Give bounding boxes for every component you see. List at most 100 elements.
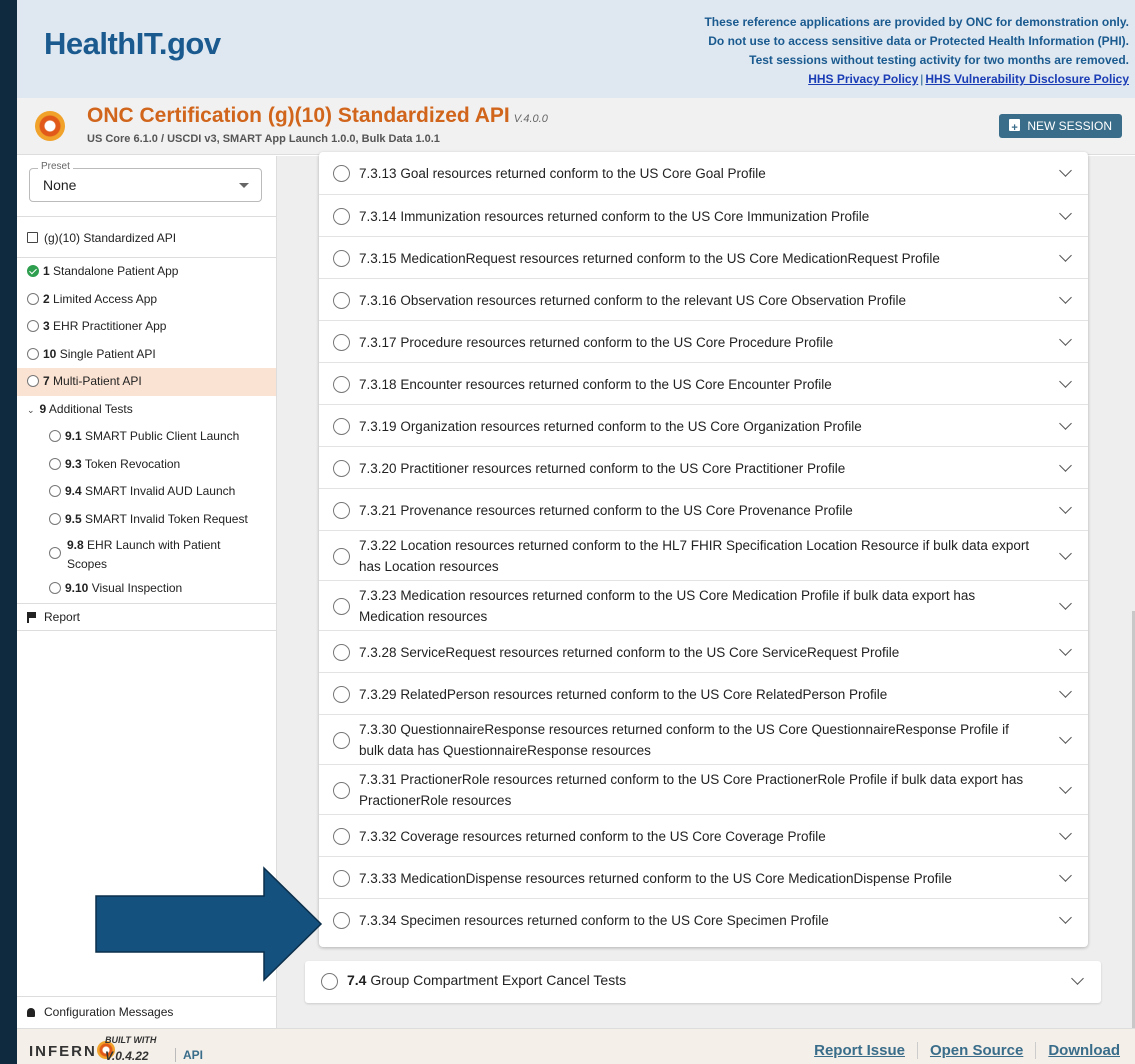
test-row[interactable]: 7.3.31 PractionerRole resources returned… bbox=[319, 764, 1088, 814]
chevron-down-icon[interactable] bbox=[1071, 972, 1084, 985]
chevron-down-icon[interactable] bbox=[1059, 207, 1072, 220]
not-run-circle-icon bbox=[333, 643, 350, 661]
sidebar: Preset None (g)(10) Standardized API 1 S… bbox=[17, 156, 277, 1028]
not-run-circle-icon bbox=[49, 457, 61, 470]
not-run-circle-icon bbox=[333, 685, 350, 703]
sidebar-item-limited-access-app[interactable]: 2 Limited Access App bbox=[17, 286, 276, 314]
notice-line-1: These reference applications are provide… bbox=[704, 15, 1129, 29]
test-row[interactable]: 7.3.14 Immunization resources returned c… bbox=[319, 194, 1088, 236]
test-row[interactable]: 7.3.32 Coverage resources returned confo… bbox=[319, 814, 1088, 856]
sidebar-item-multi-patient-api[interactable]: 7 Multi-Patient API bbox=[17, 368, 276, 396]
test-row-label: 7.3.13 Goal resources returned conform t… bbox=[359, 165, 766, 181]
sidebar-nav: 1 Standalone Patient App 2 Limited Acces… bbox=[17, 258, 276, 631]
notice-line-2: Do not use to access sensitive data or P… bbox=[708, 34, 1129, 48]
report-issue-link[interactable]: Report Issue bbox=[802, 1042, 917, 1059]
configuration-messages-link[interactable]: Configuration Messages bbox=[17, 996, 276, 1027]
privacy-policy-link[interactable]: HHS Privacy Policy bbox=[808, 72, 918, 86]
healthit-banner: HealthIT.gov These reference application… bbox=[17, 0, 1135, 98]
inferno-flame-icon bbox=[35, 111, 65, 141]
sidebar-item-report[interactable]: Report bbox=[17, 602, 276, 631]
sidebar-subitem[interactable]: 9.5 SMART Invalid Token Request bbox=[17, 506, 276, 534]
test-row[interactable]: 7.3.30 QuestionnaireResponse resources r… bbox=[319, 714, 1088, 764]
test-row-label: 7.3.34 Specimen resources returned confo… bbox=[359, 912, 829, 928]
test-row-label: 7.3.21 Provenance resources returned con… bbox=[359, 502, 853, 518]
chevron-down-icon[interactable] bbox=[1059, 375, 1072, 388]
test-row[interactable]: 7.3.29 RelatedPerson resources returned … bbox=[319, 672, 1088, 714]
test-row-label: 7.3.33 MedicationDispense resources retu… bbox=[359, 870, 952, 886]
test-row[interactable]: 7.3.28 ServiceRequest resources returned… bbox=[319, 630, 1088, 672]
sidebar-item-additional-tests[interactable]: ⌄ 9 Additional Tests bbox=[17, 396, 276, 424]
chevron-down-icon[interactable] bbox=[1059, 333, 1072, 346]
sidebar-subitem[interactable]: 9.10 Visual Inspection bbox=[17, 575, 276, 603]
not-run-circle-icon bbox=[333, 827, 350, 845]
sidebar-item-ehr-practitioner-app[interactable]: 3 EHR Practitioner App bbox=[17, 313, 276, 341]
sidebar-subitem[interactable]: 9.3 Token Revocation bbox=[17, 451, 276, 479]
not-run-circle-icon bbox=[49, 582, 61, 594]
test-row[interactable]: 7.3.34 Specimen resources returned confo… bbox=[319, 898, 1088, 940]
sidebar-item-standalone-patient-app[interactable]: 1 Standalone Patient App bbox=[17, 258, 276, 286]
test-row[interactable]: 7.3.16 Observation resources returned co… bbox=[319, 278, 1088, 320]
chevron-down-icon[interactable] bbox=[1059, 781, 1072, 794]
sidebar-subitem[interactable]: 9.1 SMART Public Client Launch bbox=[17, 423, 276, 451]
not-run-circle-icon bbox=[27, 320, 39, 332]
chevron-down-icon[interactable] bbox=[1059, 459, 1072, 472]
not-run-circle-icon bbox=[49, 512, 61, 525]
test-row[interactable]: 7.3.19 Organization resources returned c… bbox=[319, 404, 1088, 446]
not-run-circle-icon bbox=[321, 973, 338, 990]
new-session-button[interactable]: NEW SESSION bbox=[999, 114, 1122, 140]
api-link[interactable]: API bbox=[175, 1048, 203, 1062]
test-row[interactable]: 7.3.23 Medication resources returned con… bbox=[319, 580, 1088, 630]
chevron-down-icon[interactable] bbox=[1059, 911, 1072, 924]
test-row[interactable]: 7.3.21 Provenance resources returned con… bbox=[319, 488, 1088, 530]
test-row[interactable]: 7.3.13 Goal resources returned conform t… bbox=[319, 152, 1088, 194]
sidebar-suite-link[interactable]: (g)(10) Standardized API bbox=[17, 216, 276, 258]
chevron-down-icon[interactable] bbox=[1059, 827, 1072, 840]
not-run-circle-icon bbox=[49, 547, 61, 559]
preset-label: Preset bbox=[38, 161, 73, 172]
flag-icon bbox=[27, 611, 37, 623]
test-group-7-4[interactable]: 7.4 Group Compartment Export Cancel Test… bbox=[305, 961, 1101, 1003]
chevron-down-icon[interactable] bbox=[1059, 685, 1072, 698]
chevron-down-icon[interactable] bbox=[1059, 291, 1072, 304]
not-run-circle-icon bbox=[333, 597, 350, 615]
test-row[interactable]: 7.3.18 Encounter resources returned conf… bbox=[319, 362, 1088, 404]
footer-links: Report Issue Open Source Download bbox=[802, 1042, 1132, 1059]
sidebar-subitem[interactable]: 9.8 EHR Launch with Patient Scopes bbox=[17, 533, 276, 575]
chevron-down-icon[interactable] bbox=[1059, 731, 1072, 744]
app-frame: HealthIT.gov These reference application… bbox=[17, 0, 1135, 1064]
not-run-circle-icon bbox=[333, 911, 350, 929]
test-row[interactable]: 7.3.22 Location resources returned confo… bbox=[319, 530, 1088, 580]
chevron-down-icon[interactable] bbox=[1059, 164, 1072, 177]
chevron-down-icon[interactable] bbox=[1059, 249, 1072, 262]
open-source-link[interactable]: Open Source bbox=[916, 1042, 1036, 1059]
download-link[interactable]: Download bbox=[1035, 1042, 1132, 1059]
not-run-circle-icon bbox=[27, 375, 39, 387]
sidebar-item-single-patient-api[interactable]: 10 Single Patient API bbox=[17, 341, 276, 369]
chevron-down-icon[interactable] bbox=[1059, 417, 1072, 430]
test-row-label: 7.3.20 Practitioner resources returned c… bbox=[359, 460, 846, 476]
chevron-down-icon[interactable] bbox=[1059, 501, 1072, 514]
test-row[interactable]: 7.3.33 MedicationDispense resources retu… bbox=[319, 856, 1088, 898]
not-run-circle-icon bbox=[27, 347, 39, 360]
preset-value: None bbox=[43, 177, 77, 193]
pass-check-icon bbox=[27, 265, 39, 277]
suite-version: V.4.0.0 bbox=[513, 113, 548, 125]
not-run-circle-icon bbox=[333, 869, 350, 887]
test-row[interactable]: 7.3.20 Practitioner resources returned c… bbox=[319, 446, 1088, 488]
test-list-card: 7.3.13 Goal resources returned conform t… bbox=[319, 152, 1088, 947]
test-row[interactable]: 7.3.15 MedicationRequest resources retur… bbox=[319, 236, 1088, 278]
chevron-down-icon[interactable] bbox=[1059, 547, 1072, 560]
chevron-down-icon[interactable] bbox=[1059, 643, 1072, 656]
preset-select[interactable]: Preset None bbox=[29, 161, 262, 202]
vulnerability-policy-link[interactable]: HHS Vulnerability Disclosure Policy bbox=[925, 72, 1129, 86]
chevron-down-icon[interactable] bbox=[1059, 597, 1072, 610]
footer: INFERN BUILT WITH V.0.4.22 API Report Is… bbox=[17, 1028, 1135, 1064]
test-row-label: 7.3.22 Location resources returned confo… bbox=[359, 538, 1030, 574]
test-row-label: 7.3.14 Immunization resources returned c… bbox=[359, 208, 870, 224]
sidebar-subitem[interactable]: 9.4 SMART Invalid AUD Launch bbox=[17, 478, 276, 506]
test-row[interactable]: 7.3.17 Procedure resources returned conf… bbox=[319, 320, 1088, 362]
healthit-logo[interactable]: HealthIT.gov bbox=[44, 26, 221, 62]
chevron-down-icon[interactable] bbox=[1059, 869, 1072, 882]
inferno-logo[interactable]: INFERN bbox=[29, 1041, 115, 1060]
not-run-circle-icon bbox=[333, 417, 350, 435]
